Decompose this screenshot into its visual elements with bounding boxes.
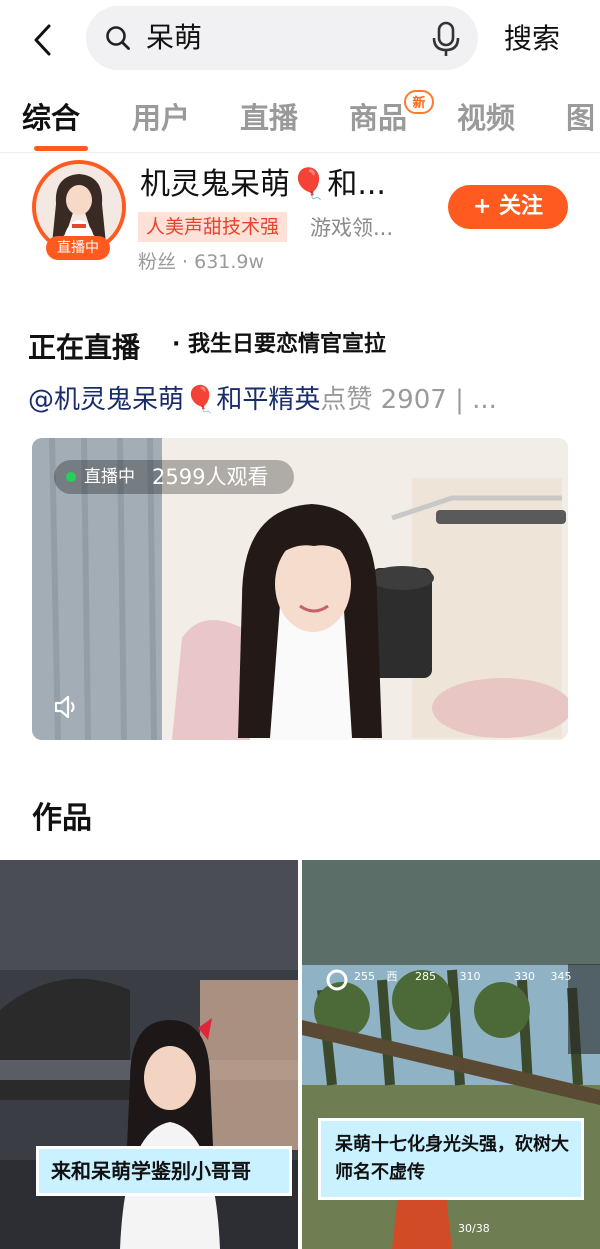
microphone-icon[interactable] [428,20,464,58]
divider [0,152,600,153]
ammo-counter: 30/38 [458,1222,490,1235]
new-badge: 新 [404,90,434,114]
active-tab-indicator [34,146,88,151]
anchor-name[interactable]: @机灵鬼呆萌🎈和平精英 [28,385,320,415]
like-count: 点赞 2907 | ... [320,385,497,415]
live-stream-title[interactable]: · 我生日要恋情官宣拉 [172,328,386,362]
compass-bar: 255 西 285 310 330 345 [354,970,572,983]
work-item[interactable]: 255 西 285 310 330 345 30/38 呆萌十七化身光头强，砍树… [302,860,600,1249]
tab-images[interactable]: 图 [566,96,595,140]
work-item[interactable]: 来和呆萌学鉴别小哥哥 [0,860,298,1249]
tab-videos[interactable]: 视频 [457,96,515,140]
live-status-badge: 直播中 [46,236,110,260]
tab-comprehensive[interactable]: 综合 [22,96,80,140]
works-heading: 作品 [32,801,92,836]
tab-live[interactable]: 直播 [240,96,298,140]
tab-products[interactable]: 商品 [349,96,407,140]
profile-category: 游戏领... [310,216,394,240]
search-box[interactable] [86,6,478,70]
speaker-muted-icon[interactable] [52,692,82,722]
follow-button[interactable]: + 关注 [448,185,568,229]
live-section-heading: 正在直播 [28,331,141,364]
tab-users[interactable]: 用户 [132,96,190,140]
profile-name[interactable]: 机灵鬼呆萌🎈和... [140,164,386,206]
profile-tag: 人美声甜技术强 [138,212,288,242]
search-button[interactable]: 搜索 [504,18,560,60]
fans-count: 粉丝 · 631.9w [138,251,265,270]
search-input[interactable]: 呆萌 [146,16,202,60]
work-caption: 来和呆萌学鉴别小哥哥 [36,1146,292,1196]
back-button[interactable] [26,20,60,60]
search-icon [104,24,132,52]
work-caption: 呆萌十七化身光头强，砍树大师名不虚传 [318,1118,584,1200]
live-anchor-line[interactable]: @机灵鬼呆萌🎈和平精英点赞 2907 | ... [28,382,497,418]
live-dot-icon [66,472,76,482]
live-status-label: 直播中 [84,467,135,487]
chevron-left-icon [34,24,51,56]
viewer-count: 2599人观看 [152,465,269,489]
